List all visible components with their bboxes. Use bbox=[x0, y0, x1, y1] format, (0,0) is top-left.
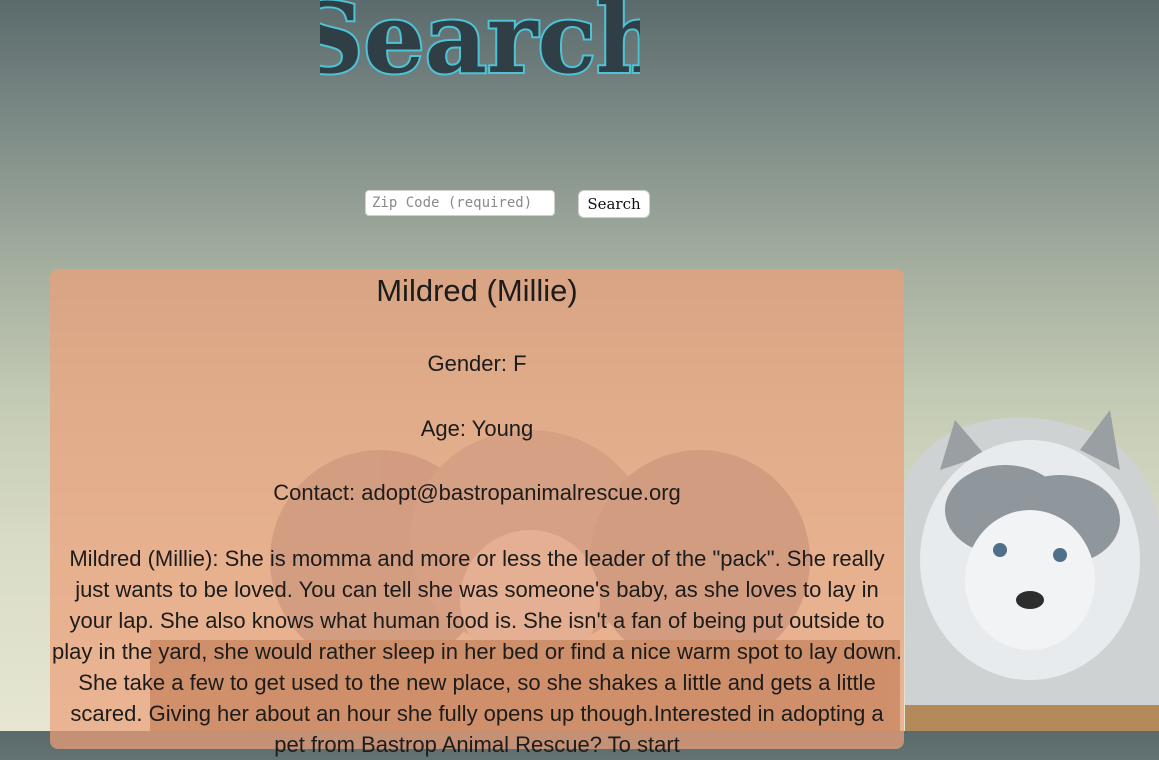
zip-code-input[interactable] bbox=[365, 190, 555, 216]
page-title: Search bbox=[320, 0, 640, 95]
pet-description: Mildred (Millie): She is momma and more … bbox=[52, 546, 902, 757]
pet-age: Age: Young bbox=[420, 416, 534, 441]
puppy-right-illustration bbox=[905, 410, 1159, 731]
pet-gender: Gender: F bbox=[427, 351, 527, 376]
pet-contact: Contact: adopt@bastropanimalrescue.org bbox=[50, 479, 904, 507]
contact-email-link[interactable]: adopt@bastropanimalrescue.org bbox=[361, 480, 681, 505]
contact-prefix: Contact: bbox=[273, 480, 362, 505]
pet-card: Mildred (Millie) Gender: F Age: Young Co… bbox=[50, 269, 904, 757]
search-button[interactable]: Search bbox=[578, 190, 650, 218]
search-title-logo: Search bbox=[292, 0, 667, 97]
pet-name: Mildred (Millie) bbox=[376, 273, 578, 308]
